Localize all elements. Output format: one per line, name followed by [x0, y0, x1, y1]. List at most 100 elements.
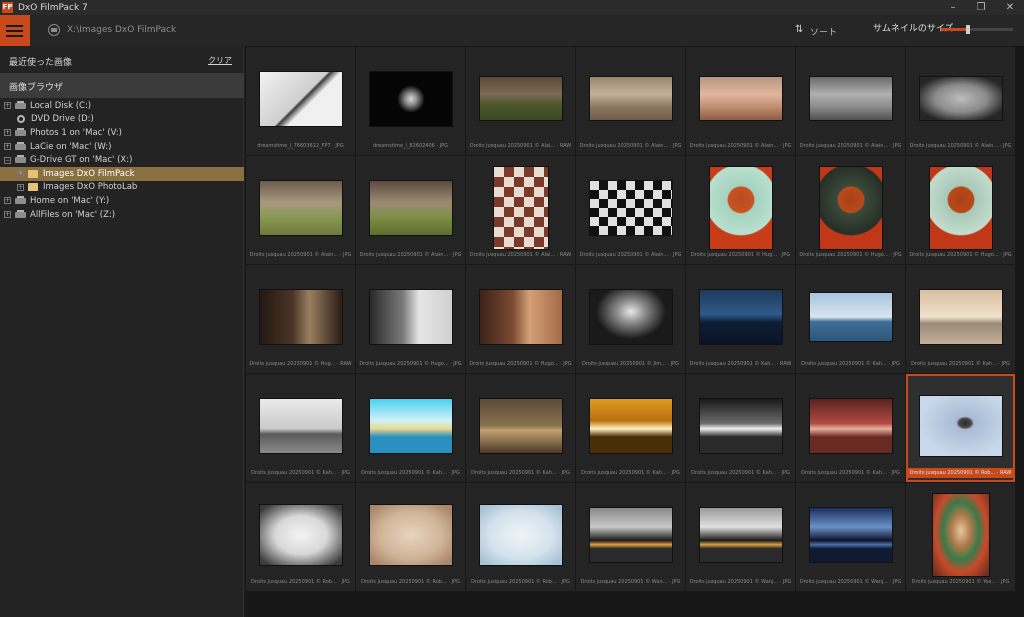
tree-item[interactable]: + Images DxO PhotoLab — [0, 181, 244, 195]
tree-item-label: AllFiles on 'Mac' (Z:) — [30, 209, 116, 220]
thumbnail-caption: dreamstime_l_76603612_FP7 · JPG — [257, 143, 344, 149]
thumbnail[interactable]: Droits jusquau 20250901 © Alain... · JPG — [576, 156, 685, 264]
recent-images-row: 最近使った画像 クリア — [0, 46, 244, 72]
thumbnail-caption: Droits jusquau 20250901 © Alain... · JPG — [689, 143, 792, 149]
thumbnail[interactable]: Droits jusquau 20250901 © Kah... · JPG — [466, 374, 575, 482]
tree-item-label: Images DxO FilmPack — [43, 168, 135, 179]
expander-icon[interactable]: + — [4, 129, 11, 137]
thumbnail[interactable]: Droits jusquau 20250901 © Kah... · JPG — [796, 265, 905, 373]
thumbnail-image — [478, 76, 563, 121]
thumbnail-image — [918, 395, 1003, 457]
thumbnail[interactable]: Droits jusquau 20250901 © Yoa... · JPG — [906, 483, 1015, 591]
thumbnail[interactable]: Droits jusquau 20250901 © Hug... · RAW — [246, 265, 355, 373]
thumbnail[interactable]: Droits jusquau 20250901 © Kah... · JPG — [906, 265, 1015, 373]
thumbnail[interactable]: Droits jusquau 20250901 © Alai... · RAW — [466, 47, 575, 155]
thumbnail[interactable]: Droits jusquau 20250901 © Alain... · JPG — [796, 47, 905, 155]
thumbnail-image — [478, 504, 563, 566]
tree-item-label: G-Drive GT on 'Mac' (X:) — [30, 155, 133, 166]
thumbnail-image — [698, 76, 783, 121]
thumbnail-image — [368, 398, 453, 454]
thumbnail[interactable]: Droits jusquau 20250901 © Kah... · JPG — [796, 374, 905, 482]
thumbnail-caption: Droits jusquau 20250901 © Rob... · JPG — [361, 579, 460, 585]
thumbnail-image — [258, 180, 343, 236]
sort-button[interactable]: ソート — [810, 25, 837, 38]
thumbnail[interactable]: Droits jusquau 20250901 © Hugo... · JPG — [796, 156, 905, 264]
thumbnail-caption: Droits jusquau 20250901 © Kah... · JPG — [361, 470, 460, 476]
image-browser-header[interactable]: 画像ブラウザ — [0, 73, 244, 98]
thumbnail-image — [698, 398, 783, 454]
tree-item[interactable]: − G-Drive GT on 'Mac' (X:) — [0, 153, 244, 167]
thumbnail[interactable]: Droits jusquau 20250901 © Alai... · RAW — [466, 156, 575, 264]
disc-icon — [17, 115, 25, 124]
folder-icon — [28, 183, 38, 192]
hamburger-icon-bar — [6, 30, 23, 32]
thumbnail-image — [368, 504, 453, 566]
drive-icon — [15, 195, 26, 204]
clear-recent-link[interactable]: クリア — [208, 55, 232, 66]
sidebar: 最近使った画像 クリア 画像ブラウザ + Local Disk (C:) DVD D… — [0, 46, 244, 617]
close-button[interactable]: ✕ — [996, 0, 1024, 15]
thumbnail[interactable]: Droits jusquau 20250901 © Kah... · JPG — [686, 374, 795, 482]
thumbnail-caption: Droits jusquau 20250901 © Kah... · JPG — [581, 470, 680, 476]
thumbnail[interactable]: Droits jusquau 20250901 © Alain... · JPG — [576, 47, 685, 155]
toolbar: X:\Images DxO FilmPack ⇅ ソート サムネイルのサイズ — [0, 15, 1024, 46]
thumbnail-caption: Droits jusquau 20250901 © Yoa... · JPG — [911, 579, 1010, 585]
folder-tree: + Local Disk (C:) DVD Drive (D:) + Photos 1 … — [0, 99, 244, 221]
thumbnail[interactable]: dreamstime_l_82602406 · JPG — [356, 47, 465, 155]
tree-item[interactable]: + Photos 1 on 'Mac' (V:) — [0, 126, 244, 140]
expander-icon[interactable]: + — [17, 170, 24, 178]
thumbnail-image — [928, 166, 993, 250]
thumbnail[interactable]: Droits jusquau 20250901 © Wanj... · JPG — [796, 483, 905, 591]
thumbnail-caption: Droits jusquau 20250901 © Rob... · JPG — [251, 579, 350, 585]
sort-icon[interactable]: ⇅ — [795, 24, 803, 35]
minimize-button[interactable]: – — [939, 0, 967, 15]
thumbnail-size-slider-handle[interactable] — [966, 25, 971, 34]
thumbnail[interactable]: Droits jusquau 20250901 © Rob... · RAW — [906, 374, 1015, 482]
thumbnail[interactable]: Droits jusquau 20250901 © Rob... · JPG — [466, 483, 575, 591]
tree-item[interactable]: + LaCie on 'Mac' (W:) — [0, 140, 244, 154]
menu-button[interactable] — [0, 15, 30, 46]
thumbnail[interactable]: dreamstime_l_76603612_FP7 · JPG — [246, 47, 355, 155]
thumbnail-image — [478, 398, 563, 454]
thumbnail[interactable]: Droits jusquau 20250901 © Hugo... · JPG — [466, 265, 575, 373]
thumbnail-image — [258, 504, 343, 566]
thumbnail-size-slider-fill — [941, 28, 969, 31]
expander-icon[interactable]: + — [4, 211, 11, 219]
tree-item[interactable]: + Home on 'Mac' (Y:) — [0, 194, 244, 208]
thumbnail[interactable]: Droits jusquau 20250901 © Kah... · JPG — [356, 374, 465, 482]
thumbnail-caption: Droits jusquau 20250901 © Kah... · RAW — [689, 361, 792, 367]
thumbnail[interactable]: Droits jusquau 20250901 © Alain... · JPG — [246, 156, 355, 264]
thumbnail[interactable]: Droits jusquau 20250901 © Hugo... · JPG — [356, 265, 465, 373]
expander-icon[interactable]: + — [4, 143, 11, 151]
expander-icon[interactable]: − — [4, 156, 11, 164]
tree-item[interactable]: DVD Drive (D:) — [0, 113, 244, 127]
drive-icon — [15, 209, 26, 218]
title-bar: FP DxO FilmPack 7 – ❐ ✕ — [0, 0, 1024, 15]
thumbnail-size-slider[interactable] — [941, 25, 1013, 34]
thumbnail[interactable]: Droits jusquau 20250901 © Wanj... · JPG — [686, 483, 795, 591]
thumbnail[interactable]: Droits jusquau 20250901 © Kah... · JPG — [576, 374, 685, 482]
thumbnail-caption: Droits jusquau 20250901 © Kah... · JPG — [801, 470, 900, 476]
thumbnail-caption: dreamstime_l_82602406 · JPG — [372, 143, 448, 149]
thumbnail[interactable]: Droits jusquau 20250901 © Jim... · JPG — [576, 265, 685, 373]
thumbnail-caption: Droits jusquau 20250901 © Wanj... · JPG — [799, 579, 902, 585]
thumbnail[interactable]: Droits jusquau 20250901 © Kah... · JPG — [246, 374, 355, 482]
tree-item[interactable]: + Images DxO FilmPack — [0, 166, 244, 181]
restore-button[interactable]: ❐ — [967, 0, 995, 15]
tree-item[interactable]: + AllFiles on 'Mac' (Z:) — [0, 208, 244, 222]
thumbnail[interactable]: Droits jusquau 20250901 © Hug... · JPG — [686, 156, 795, 264]
expander-icon[interactable]: + — [4, 197, 11, 205]
thumbnail[interactable]: Droits jusquau 20250901 © Wan... · JPG — [576, 483, 685, 591]
thumbnail[interactable]: Droits jusquau 20250901 © Rob... · JPG — [356, 483, 465, 591]
expander-icon[interactable]: + — [17, 183, 24, 191]
tree-item[interactable]: + Local Disk (C:) — [0, 99, 244, 113]
thumbnail[interactable]: Droits jusquau 20250901 © Rob... · JPG — [246, 483, 355, 591]
thumbnail[interactable]: Droits jusquau 20250901 © Kah... · RAW — [686, 265, 795, 373]
thumbnail[interactable]: Droits jusquau 20250901 © Alain... · JPG — [356, 156, 465, 264]
thumbnail[interactable]: Droits jusquau 20250901 © Alain... · JPG — [906, 47, 1015, 155]
thumbnail[interactable]: Droits jusquau 20250901 © Hugo... · JPG — [906, 156, 1015, 264]
thumbnail-caption: Droits jusquau 20250901 © Alain... · JPG — [909, 143, 1012, 149]
thumbnail[interactable]: Droits jusquau 20250901 © Alain... · JPG — [686, 47, 795, 155]
thumbnail-caption: Droits jusquau 20250901 © Kah... · JPG — [691, 470, 790, 476]
expander-icon[interactable]: + — [4, 102, 11, 110]
